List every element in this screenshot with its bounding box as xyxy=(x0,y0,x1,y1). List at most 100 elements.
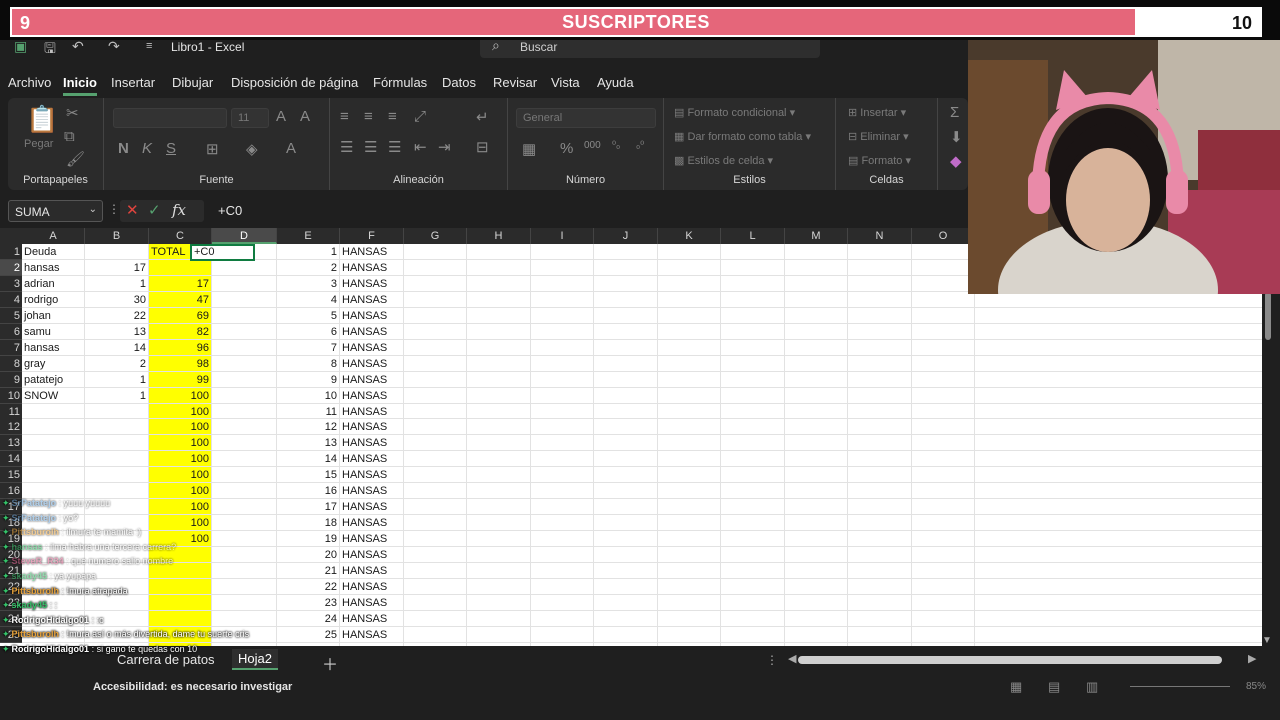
save-icon[interactable]: 🖫 xyxy=(44,38,56,62)
cell-a1[interactable]: Deuda xyxy=(22,244,85,260)
cell-f16[interactable]: HANSAS xyxy=(340,483,404,499)
cell-f6[interactable]: HANSAS xyxy=(340,324,404,340)
cell-c6[interactable]: 82 xyxy=(149,324,212,340)
row-header-1[interactable]: 1 xyxy=(0,244,22,260)
cell-f11[interactable]: HANSAS xyxy=(340,404,404,420)
cell-a2[interactable]: hansas xyxy=(22,260,85,276)
cell-e6[interactable]: 6 xyxy=(277,324,340,340)
cell-e5[interactable]: 5 xyxy=(277,308,340,324)
merge-icon[interactable]: ⊟ xyxy=(476,138,489,156)
tab-archivo[interactable]: Archivo xyxy=(8,75,51,90)
cell-a3[interactable]: adrian xyxy=(22,276,85,292)
cell-e1[interactable]: 1 xyxy=(277,244,340,260)
format-painter-icon[interactable]: 🖌 xyxy=(66,150,85,168)
chat-username[interactable]: skady45 xyxy=(12,600,48,610)
cell-b2[interactable]: 17 xyxy=(85,260,149,276)
cell-e8[interactable]: 8 xyxy=(277,356,340,372)
cell-b10[interactable]: 1 xyxy=(85,388,149,404)
cell-f4[interactable]: HANSAS xyxy=(340,292,404,308)
cell-f3[interactable]: HANSAS xyxy=(340,276,404,292)
column-header-f[interactable]: F xyxy=(340,228,404,244)
cell-b4[interactable]: 30 xyxy=(85,292,149,308)
cell-a4[interactable]: rodrigo xyxy=(22,292,85,308)
cell-b8[interactable]: 2 xyxy=(85,356,149,372)
insert-cells-button[interactable]: ⊞ Insertar ▾ xyxy=(848,106,906,119)
row-header-8[interactable]: 8 xyxy=(0,355,22,372)
cell-f12[interactable]: HANSAS xyxy=(340,419,404,435)
align-center-icon[interactable]: ☰ xyxy=(364,138,377,156)
row-header-2[interactable]: 2 xyxy=(0,259,22,276)
cell-f25[interactable]: HANSAS xyxy=(340,627,404,643)
outdent-icon[interactable]: ⇥ xyxy=(438,138,451,156)
cell-e4[interactable]: 4 xyxy=(277,292,340,308)
horizontal-scrollbar[interactable] xyxy=(798,656,1222,664)
cell-f8[interactable]: HANSAS xyxy=(340,356,404,372)
column-header-d[interactable]: D xyxy=(212,228,277,244)
cell-e13[interactable]: 13 xyxy=(277,435,340,451)
autosum-icon[interactable]: Σ xyxy=(950,104,959,121)
delete-cells-button[interactable]: ⊟ Eliminar ▾ xyxy=(848,130,909,143)
cell-f22[interactable]: HANSAS xyxy=(340,579,404,595)
column-header-g[interactable]: G xyxy=(404,228,467,244)
row-header-7[interactable]: 7 xyxy=(0,339,22,356)
column-header-n[interactable]: N xyxy=(848,228,912,244)
align-right-icon[interactable]: ☰ xyxy=(388,138,401,156)
cell-f17[interactable]: HANSAS xyxy=(340,499,404,515)
wrap-text-icon[interactable]: ↵ xyxy=(476,108,489,126)
percent-icon[interactable]: % xyxy=(560,140,573,157)
cell-e15[interactable]: 15 xyxy=(277,467,340,483)
bold-button[interactable]: N xyxy=(118,140,129,157)
active-cell-d2[interactable]: +C0 xyxy=(190,244,255,261)
cell-f21[interactable]: HANSAS xyxy=(340,563,404,579)
cell-f24[interactable]: HANSAS xyxy=(340,611,404,627)
chat-username[interactable]: Pittsburolh xyxy=(12,527,60,537)
cell-e7[interactable]: 7 xyxy=(277,340,340,356)
fill-color-icon[interactable]: ◈ xyxy=(246,140,258,158)
column-header-h[interactable]: H xyxy=(467,228,531,244)
zoom-level[interactable]: 85% xyxy=(1246,681,1266,692)
copy-icon[interactable]: ⧉ xyxy=(64,128,75,145)
cell-f14[interactable]: HANSAS xyxy=(340,451,404,467)
column-header-a[interactable]: A xyxy=(22,228,85,244)
accounting-icon[interactable]: ▦ xyxy=(522,140,536,158)
cell-f13[interactable]: HANSAS xyxy=(340,435,404,451)
cell-f1[interactable]: HANSAS xyxy=(340,244,404,260)
column-header-c[interactable]: C xyxy=(149,228,212,244)
cell-c15[interactable]: 100 xyxy=(149,467,212,483)
cancel-icon[interactable]: ✕ xyxy=(126,201,139,219)
cell-f19[interactable]: HANSAS xyxy=(340,531,404,547)
cell-b6[interactable]: 13 xyxy=(85,324,149,340)
page-break-icon[interactable]: ▥ xyxy=(1086,679,1098,695)
format-table-button[interactable]: ▦ Dar formato como tabla ▾ xyxy=(674,130,811,143)
chat-username[interactable]: SrPatatejo xyxy=(12,498,57,508)
cell-b3[interactable]: 1 xyxy=(85,276,149,292)
row-header-3[interactable]: 3 xyxy=(0,275,22,292)
cell-f18[interactable]: HANSAS xyxy=(340,515,404,531)
cell-e2[interactable]: 2 xyxy=(277,260,340,276)
conditional-format-button[interactable]: ▤ Formato condicional ▾ xyxy=(674,106,795,119)
column-header-l[interactable]: L xyxy=(721,228,785,244)
confirm-icon[interactable]: ✓ xyxy=(148,201,161,219)
cell-b5[interactable]: 22 xyxy=(85,308,149,324)
cell-c9[interactable]: 99 xyxy=(149,372,212,388)
row-header-11[interactable]: 11 xyxy=(0,403,22,420)
cell-a9[interactable]: patatejo xyxy=(22,372,85,388)
cell-e10[interactable]: 10 xyxy=(277,388,340,404)
page-layout-icon[interactable]: ▤ xyxy=(1048,679,1060,695)
cell-c14[interactable]: 100 xyxy=(149,451,212,467)
tab-vista[interactable]: Vista xyxy=(551,75,580,90)
cell-c3[interactable]: 17 xyxy=(149,276,212,292)
cell-a10[interactable]: SNOW xyxy=(22,388,85,404)
sheet-options-icon[interactable]: ⋮ xyxy=(766,653,778,667)
cell-c5[interactable]: 69 xyxy=(149,308,212,324)
row-header-4[interactable]: 4 xyxy=(0,291,22,308)
align-bottom-icon[interactable]: ≡ xyxy=(388,108,397,125)
number-format-box[interactable]: General xyxy=(516,108,656,128)
undo-icon[interactable]: ↶ xyxy=(72,38,84,55)
paste-icon[interactable]: 📋 xyxy=(26,104,58,135)
increase-decimal-icon[interactable]: ⁰₀ xyxy=(612,140,620,151)
cell-c13[interactable]: 100 xyxy=(149,435,212,451)
clear-icon[interactable]: ◆ xyxy=(950,152,962,170)
row-header-15[interactable]: 15 xyxy=(0,467,22,484)
paste-label[interactable]: Pegar xyxy=(24,138,53,150)
